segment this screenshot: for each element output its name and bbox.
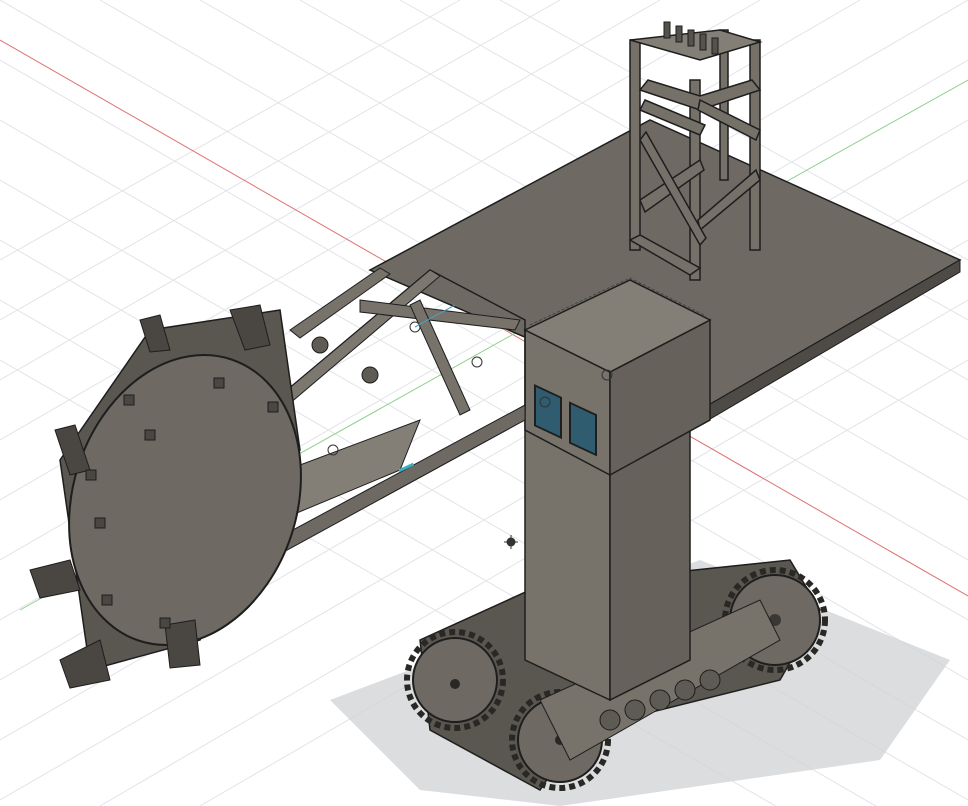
cad-3d-viewport[interactable] xyxy=(0,0,968,806)
model-canvas[interactable] xyxy=(0,0,968,806)
